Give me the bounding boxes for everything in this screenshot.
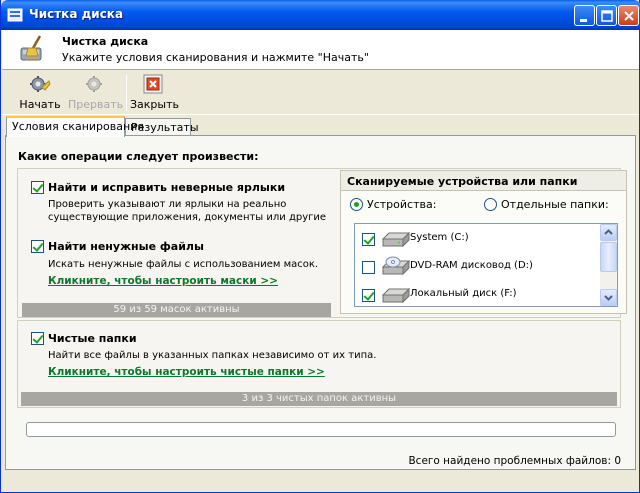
drive-f-checkbox[interactable] (362, 289, 375, 302)
scan-conditions-panel: Какие операции следует произвести: Найти… (5, 135, 636, 470)
devices-radio-label[interactable]: Устройства: (367, 198, 436, 211)
fix-shortcuts-desc-2: существующие приложения, документы или д… (48, 212, 327, 223)
fix-shortcuts-label[interactable]: Найти и исправить неверные ярлыки (48, 181, 285, 194)
scan-targets-heading: Сканируемые устройства или папки (341, 171, 626, 191)
scan-progress-bar (26, 422, 616, 437)
fix-shortcuts-checkbox[interactable] (31, 181, 44, 194)
start-button[interactable]: Начать (18, 73, 62, 113)
header-title: Чистка диска (62, 35, 149, 48)
drive-c-name: System (C:) (410, 232, 469, 243)
window-title: Чистка диска (29, 7, 124, 21)
scan-targets-box: Сканируемые устройства или папки Устройс… (340, 170, 627, 314)
masks-status: 59 из 59 масок активны (22, 303, 331, 317)
configure-masks-link[interactable]: Кликните, чтобы настроить маски >> (48, 275, 278, 287)
clean-folders-status: 3 из 3 чистых папок активны (21, 392, 617, 406)
found-files-count: Всего найдено проблемных файлов: 0 (408, 455, 621, 467)
clean-folders-desc: Найти все файлы в указанных папках незав… (48, 350, 377, 361)
minimize-button[interactable] (574, 5, 595, 26)
maximize-button[interactable] (596, 5, 617, 26)
operations-heading: Какие операции следует произвести: (18, 150, 259, 163)
drive-d-name: DVD-RAM дисковод (D:) (410, 260, 533, 271)
stop-button[interactable]: Прервать (68, 73, 124, 113)
devices-radio[interactable] (350, 198, 363, 211)
app-window: Чистка диска Чистка диска Укажите услови… (0, 0, 640, 493)
chevron-up-icon (604, 229, 613, 235)
junk-files-checkbox[interactable] (31, 240, 44, 253)
gear-broom-icon (30, 76, 51, 92)
drive-f-name: Локальный диск (F:) (410, 288, 517, 299)
configure-clean-folders-link[interactable]: Кликните, чтобы настроить чистые папки >… (48, 366, 325, 378)
scroll-thumb[interactable] (600, 242, 617, 272)
junk-files-label[interactable]: Найти ненужные файлы (48, 240, 204, 253)
junk-files-desc: Искать ненужные файлы с использованием м… (48, 259, 319, 270)
drive-c-checkbox[interactable] (362, 233, 375, 246)
drive-row-c[interactable]: System (C:) (355, 224, 601, 252)
hard-drive-icon (381, 287, 411, 304)
drive-list-scrollbar[interactable] (600, 224, 617, 306)
broom-icon (20, 35, 42, 62)
stop-label: Прервать (68, 98, 124, 111)
tab-scan-conditions[interactable]: Условия сканирования (6, 116, 144, 137)
drive-row-f[interactable]: Локальный диск (F:) (355, 280, 601, 306)
drive-d-checkbox[interactable] (362, 261, 375, 274)
gear-stop-icon (86, 76, 102, 92)
fix-shortcuts-desc-1: Проверить указывают ли ярлыки на реально (48, 199, 287, 210)
minimize-icon (580, 19, 587, 22)
folders-radio-label[interactable]: Отдельные папки: (501, 198, 609, 211)
dvd-drive-icon (381, 256, 411, 276)
folders-radio[interactable] (484, 198, 497, 211)
start-label: Начать (19, 98, 61, 111)
clean-folders-label[interactable]: Чистые папки (48, 332, 137, 345)
clean-folders-box: Чистые папки Найти все файлы в указанных… (17, 320, 621, 408)
drive-row-d[interactable]: DVD-RAM дисковод (D:) (355, 252, 601, 280)
scroll-up-button[interactable] (600, 224, 617, 241)
header-subtitle: Укажите условия сканирования и нажмите "… (62, 51, 369, 64)
close-button[interactable]: Закрыть (130, 73, 179, 113)
chevron-down-icon (604, 295, 613, 301)
close-app-icon (143, 74, 163, 94)
app-window-icon (7, 8, 23, 22)
close-window-button[interactable] (618, 5, 639, 26)
scroll-down-button[interactable] (600, 289, 617, 306)
maximize-icon (601, 10, 613, 22)
title-bar[interactable]: Чистка диска (1, 0, 640, 30)
header-panel: Чистка диска Укажите условия сканировани… (2, 30, 639, 70)
toolbar: Начать Прервать Закрыть (2, 71, 639, 115)
close-icon (624, 11, 634, 21)
hard-drive-icon (381, 231, 411, 248)
clean-folders-checkbox[interactable] (31, 332, 44, 345)
drive-list[interactable]: System (C:) DVD-RAM дисковод (D:) Локаль… (354, 223, 618, 307)
toolbar-separator (126, 75, 127, 111)
close-label: Закрыть (130, 98, 179, 111)
